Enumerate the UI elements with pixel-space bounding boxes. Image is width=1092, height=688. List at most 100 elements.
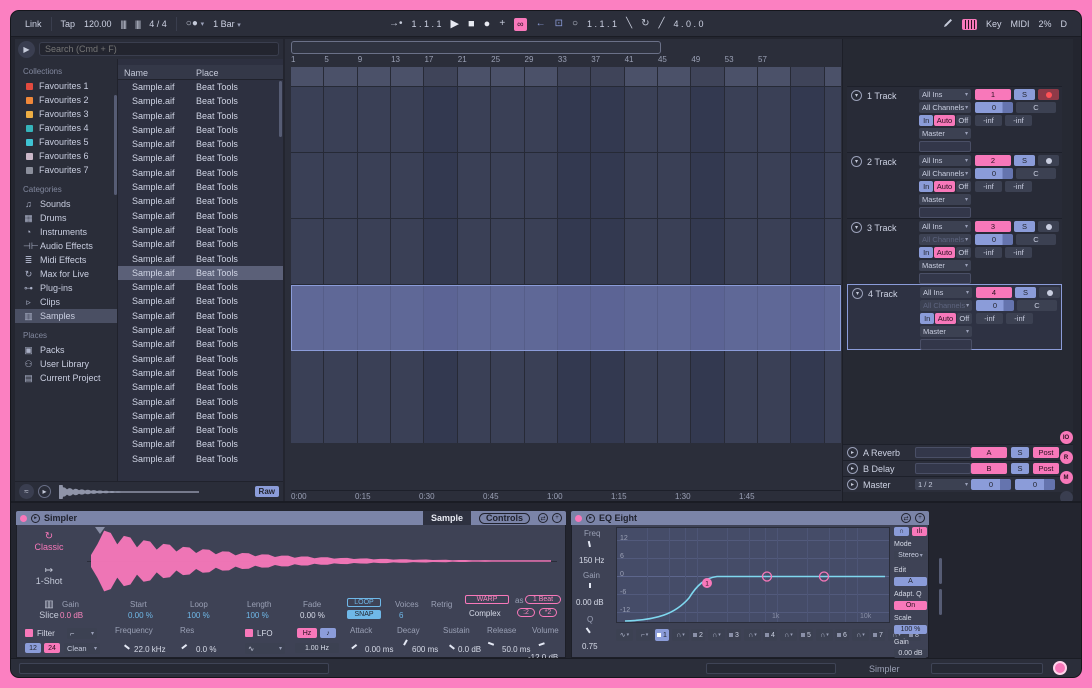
monitor-auto-button[interactable]: Auto — [934, 181, 954, 192]
fold-icon[interactable]: ▾ — [851, 222, 862, 233]
collection-item[interactable]: Favourites 7 — [15, 163, 117, 177]
solo-button[interactable]: S — [1011, 463, 1029, 474]
crossfade-assign[interactable]: C — [1016, 234, 1056, 245]
retrig-toggle[interactable]: Retrig — [431, 600, 452, 609]
punch-in-icon[interactable]: ╲ — [626, 19, 632, 29]
place-item[interactable]: ▣ Packs — [15, 343, 117, 357]
column-header-place[interactable]: Place — [196, 68, 219, 78]
band-activator[interactable]: 2 — [691, 629, 705, 641]
crossfade-assign[interactable]: C — [1017, 300, 1057, 311]
solo-button[interactable]: S — [1011, 447, 1029, 458]
file-row[interactable]: Sample.aif Beat Tools — [118, 437, 283, 451]
playback-mode-classic[interactable]: ↻Classic — [17, 531, 81, 552]
master-routing-menu[interactable]: 1 / 2 — [915, 479, 971, 490]
monitor-in-button[interactable]: In — [919, 181, 933, 192]
file-row[interactable]: Sample.aif Beat Tools — [118, 180, 283, 194]
play-button[interactable]: ▶ — [451, 19, 459, 30]
loop-start-field[interactable]: 1 . 1 . 1 — [587, 19, 617, 29]
arm-button[interactable] — [1038, 221, 1059, 232]
record-button[interactable]: ● — [484, 19, 491, 30]
nudge-up-button[interactable]: |||| — [135, 19, 140, 29]
file-row[interactable]: Sample.aif Beat Tools — [118, 452, 283, 466]
file-row[interactable]: Sample.aif Beat Tools — [118, 294, 283, 308]
track-name[interactable]: 2 Track — [867, 157, 897, 167]
pan-slider[interactable]: 0 — [976, 300, 1014, 311]
collection-item[interactable]: Favourites 6 — [15, 149, 117, 163]
master-volume-slider[interactable]: 0 — [1015, 479, 1055, 490]
track-activator[interactable]: 2 — [975, 155, 1011, 166]
file-row[interactable]: Sample.aif Beat Tools — [118, 80, 283, 94]
hot-swap-icon[interactable]: ≈ — [19, 484, 34, 499]
track-delay-field[interactable] — [919, 273, 971, 284]
category-item[interactable]: ↻ Max for Live — [15, 267, 117, 281]
track-activator[interactable]: 4 — [976, 287, 1012, 298]
arrangement-position-field[interactable]: 1 . 1 . 1 — [412, 19, 442, 29]
input-channel-menu[interactable]: All Channels — [919, 168, 971, 179]
key-map-button[interactable]: Key — [986, 19, 1002, 29]
browser-collapse-icon[interactable]: ▶ — [18, 41, 35, 58]
band-activator[interactable]: 7 — [871, 629, 885, 641]
band-filter-type-menu[interactable]: ∩ — [780, 629, 797, 641]
draw-mode-icon[interactable]: ○ — [572, 19, 578, 29]
collection-item[interactable]: Favourites 2 — [15, 93, 117, 107]
category-item[interactable]: ◔ Instruments — [15, 225, 117, 239]
band-activator[interactable]: 5 — [799, 629, 813, 641]
release-value[interactable]: 50.0 ms — [502, 645, 530, 654]
response-view-menu[interactable]: ∿ — [616, 629, 633, 641]
time-signature-field[interactable]: 4 / 4 — [149, 19, 167, 29]
audition-icon[interactable]: ∩ — [894, 527, 909, 536]
arm-button[interactable] — [1038, 89, 1059, 100]
volume-field[interactable]: -inf — [976, 313, 1003, 324]
arrangement-overview[interactable] — [291, 41, 661, 54]
track-name[interactable]: 4 Track — [868, 289, 898, 299]
device-on-toggle[interactable] — [20, 515, 27, 522]
fold-icon[interactable]: ▾ — [851, 90, 862, 101]
inactive-section-toggle[interactable] — [1060, 491, 1073, 501]
file-row[interactable]: Sample.aif Beat Tools — [118, 352, 283, 366]
monitor-in-button[interactable]: In — [919, 247, 933, 258]
return-activator[interactable]: B — [971, 463, 1007, 474]
voices-value[interactable]: 6 — [399, 611, 403, 620]
eq-spectrum-display[interactable]: 1260-6-12 1k 10k 1 — [616, 527, 890, 623]
lfo-sync-button[interactable]: ♪ — [320, 628, 336, 638]
lfo-rate-value[interactable]: 1.00 Hz — [295, 643, 339, 653]
edit-ab-button[interactable]: A — [894, 577, 927, 586]
beat-time-ruler[interactable]: 159131721252933374145495357 — [291, 55, 791, 67]
band-activator[interactable]: 3 — [727, 629, 741, 641]
scale-value[interactable]: 100 % — [894, 625, 927, 634]
volume-field[interactable]: -inf — [1005, 115, 1032, 126]
filter-res-value[interactable]: 0.0 % — [196, 645, 216, 654]
time-ruler[interactable]: 0:000:150:300:451:001:151:301:45 — [291, 490, 841, 501]
track-header[interactable]: ▾2 Track All Ins All Channels In Auto Of… — [847, 152, 1062, 218]
loop-length-field[interactable]: 4 . 0 . 0 — [674, 19, 704, 29]
volume-field[interactable]: -inf — [975, 247, 1002, 258]
preview-waveform[interactable] — [55, 485, 205, 499]
sustain-value[interactable]: 0.0 dB — [458, 645, 481, 654]
filter-freq-value[interactable]: 22.0 kHz — [134, 645, 166, 654]
lfo-shape-menu[interactable]: ∿ — [245, 643, 285, 654]
band-filter-type-menu[interactable]: ⌐ — [636, 629, 653, 641]
fold-icon[interactable]: ▸ — [847, 479, 858, 490]
band-filter-type-menu[interactable]: ∩ — [672, 629, 689, 641]
fade-value[interactable]: 0.00 % — [300, 611, 325, 620]
post-toggle[interactable]: Post — [1033, 447, 1059, 458]
fold-icon[interactable]: ▾ — [852, 288, 863, 299]
output-menu[interactable]: Master — [919, 128, 971, 139]
fold-icon[interactable]: ▸ — [847, 447, 858, 458]
file-row[interactable]: Sample.aif Beat Tools — [118, 323, 283, 337]
automation-mode-icon[interactable]: ⊡ — [555, 19, 563, 29]
return-activator[interactable]: A — [971, 447, 1007, 458]
input-channel-menu[interactable]: All Channels — [919, 102, 971, 113]
category-item[interactable]: ⊣⊢ Audio Effects — [15, 239, 117, 253]
preview-play-icon[interactable]: ▸ — [38, 485, 51, 498]
fold-icon[interactable]: ▸ — [847, 463, 858, 474]
midi-map-button[interactable]: MIDI — [1010, 19, 1029, 29]
place-item[interactable]: ⚇ User Library — [15, 357, 117, 371]
category-item[interactable]: ▥ Samples — [15, 309, 117, 323]
post-toggle[interactable]: Post — [1033, 463, 1059, 474]
fold-icon[interactable]: ▾ — [851, 156, 862, 167]
track-name[interactable]: 1 Track — [867, 91, 897, 101]
collection-item[interactable]: Favourites 1 — [15, 79, 117, 93]
start-value[interactable]: 0.00 % — [128, 611, 153, 620]
device-preview-icon[interactable]: ▸ — [586, 514, 595, 523]
